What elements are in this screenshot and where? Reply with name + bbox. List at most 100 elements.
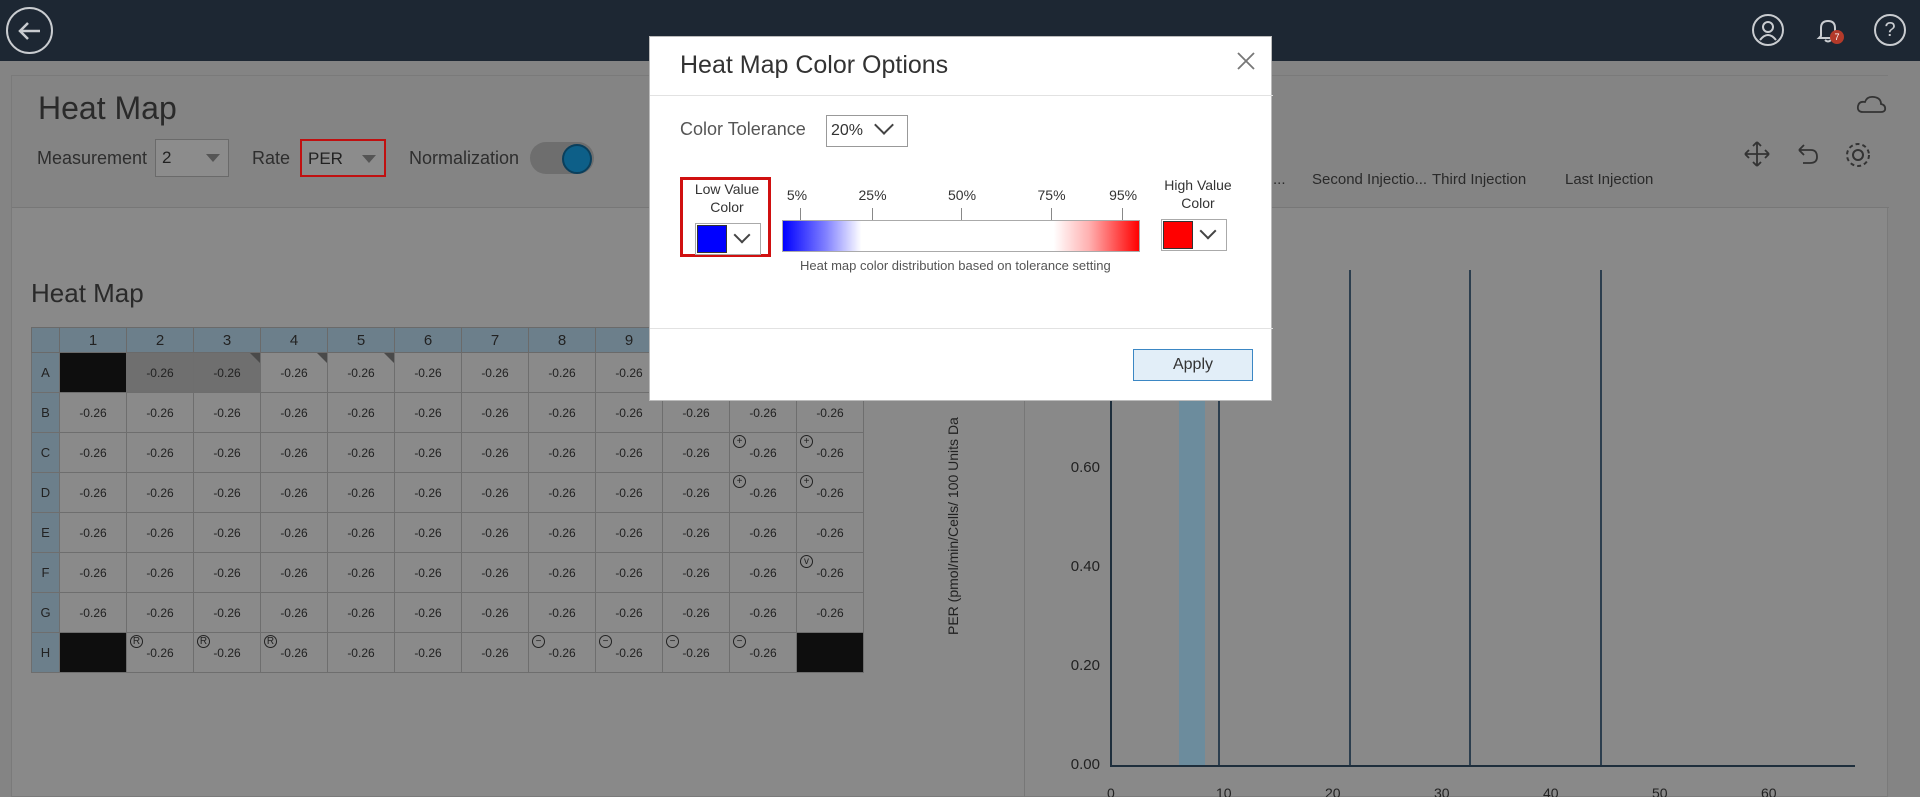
- well-cell[interactable]: -0.26: [796, 512, 864, 553]
- well-cell[interactable]: -0.26: [461, 512, 529, 553]
- help-icon[interactable]: ?: [1874, 14, 1906, 46]
- user-icon[interactable]: [1752, 14, 1784, 46]
- well-cell[interactable]: -0.26: [260, 512, 328, 553]
- well-cell[interactable]: -0.26: [662, 472, 730, 513]
- well-cell[interactable]: -0.26: [796, 592, 864, 633]
- color-tolerance-select[interactable]: 20%: [826, 115, 908, 147]
- well-cell[interactable]: -0.26: [394, 632, 462, 673]
- well-cell[interactable]: [59, 352, 127, 393]
- well-cell[interactable]: -0.26−: [662, 632, 730, 673]
- well-cell[interactable]: -0.26 R: [260, 632, 328, 673]
- well-cell[interactable]: -0.26: [461, 392, 529, 433]
- well-cell[interactable]: -0.26: [59, 552, 127, 593]
- well-cell[interactable]: -0.26: [461, 352, 529, 393]
- well-cell[interactable]: -0.26: [394, 432, 462, 473]
- well-cell[interactable]: -0.26: [59, 592, 127, 633]
- well-cell[interactable]: -0.26: [662, 552, 730, 593]
- well-cell[interactable]: -0.26: [59, 392, 127, 433]
- well-cell[interactable]: -0.26: [327, 472, 395, 513]
- well-cell[interactable]: -0.26: [193, 352, 261, 393]
- apply-button[interactable]: Apply: [1133, 349, 1253, 381]
- well-cell[interactable]: -0.26: [126, 432, 194, 473]
- well-cell[interactable]: -0.26 R: [126, 632, 194, 673]
- well-cell[interactable]: -0.26: [461, 472, 529, 513]
- notifications-button[interactable]: 7: [1812, 14, 1844, 46]
- well-cell[interactable]: -0.26: [193, 552, 261, 593]
- well-cell[interactable]: -0.26: [595, 552, 663, 593]
- well-cell[interactable]: [796, 632, 864, 673]
- well-cell[interactable]: -0.26: [193, 472, 261, 513]
- well-cell[interactable]: -0.26: [394, 352, 462, 393]
- well-cell[interactable]: -0.26: [394, 592, 462, 633]
- well-cell[interactable]: -0.26: [126, 392, 194, 433]
- well-cell[interactable]: -0.26 R: [193, 632, 261, 673]
- well-cell[interactable]: -0.26: [193, 512, 261, 553]
- well-cell[interactable]: -0.26−: [528, 632, 596, 673]
- well-cell[interactable]: [59, 632, 127, 673]
- well-cell[interactable]: -0.26−: [595, 632, 663, 673]
- cloud-upload-icon[interactable]: [1855, 94, 1887, 122]
- well-cell[interactable]: -0.26 +: [729, 432, 797, 473]
- high-color-picker[interactable]: [1161, 219, 1227, 251]
- well-cell[interactable]: -0.26: [528, 592, 596, 633]
- gear-icon[interactable]: [1843, 140, 1873, 177]
- well-cell[interactable]: -0.26: [595, 472, 663, 513]
- well-cell[interactable]: -0.26: [394, 552, 462, 593]
- well-cell[interactable]: -0.26: [595, 512, 663, 553]
- well-cell[interactable]: -0.26: [595, 432, 663, 473]
- well-cell[interactable]: -0.26: [662, 432, 730, 473]
- well-cell[interactable]: -0.26: [528, 432, 596, 473]
- well-cell[interactable]: -0.26: [260, 472, 328, 513]
- well-cell[interactable]: -0.26: [260, 352, 328, 393]
- well-cell[interactable]: -0.26: [461, 552, 529, 593]
- well-cell[interactable]: -0.26: [461, 432, 529, 473]
- well-cell[interactable]: -0.26: [394, 512, 462, 553]
- well-cell[interactable]: -0.26 +: [796, 432, 864, 473]
- well-cell[interactable]: -0.26: [59, 512, 127, 553]
- well-cell[interactable]: -0.26: [528, 512, 596, 553]
- back-button[interactable]: [6, 7, 53, 54]
- well-cell[interactable]: -0.26 +: [729, 472, 797, 513]
- well-cell[interactable]: -0.26: [595, 592, 663, 633]
- well-cell[interactable]: -0.26 +: [796, 472, 864, 513]
- well-cell[interactable]: -0.26: [461, 632, 529, 673]
- well-cell[interactable]: -0.26: [193, 432, 261, 473]
- well-cell[interactable]: -0.26: [59, 472, 127, 513]
- well-cell[interactable]: -0.26: [662, 592, 730, 633]
- well-cell[interactable]: -0.26: [327, 352, 395, 393]
- well-cell[interactable]: -0.26: [327, 552, 395, 593]
- well-cell[interactable]: -0.26: [729, 592, 797, 633]
- well-cell[interactable]: -0.26: [327, 392, 395, 433]
- well-cell[interactable]: -0.26: [327, 592, 395, 633]
- well-cell[interactable]: -0.26: [260, 592, 328, 633]
- well-cell[interactable]: -0.26: [59, 432, 127, 473]
- low-color-picker[interactable]: [695, 223, 761, 255]
- well-cell[interactable]: -0.26: [260, 392, 328, 433]
- well-cell[interactable]: -0.26: [193, 592, 261, 633]
- well-cell[interactable]: -0.26: [126, 592, 194, 633]
- well-cell[interactable]: -0.26: [528, 552, 596, 593]
- well-cell[interactable]: -0.26: [394, 472, 462, 513]
- well-cell[interactable]: -0.26: [327, 632, 395, 673]
- well-cell[interactable]: -0.26: [461, 592, 529, 633]
- well-cell[interactable]: -0.26: [260, 552, 328, 593]
- well-cell[interactable]: -0.26: [126, 472, 194, 513]
- rate-select[interactable]: PER: [300, 139, 386, 177]
- well-cell[interactable]: -0.26: [126, 352, 194, 393]
- well-cell[interactable]: -0.26: [729, 552, 797, 593]
- well-cell[interactable]: -0.26: [528, 352, 596, 393]
- well-cell[interactable]: -0.26: [126, 512, 194, 553]
- well-cell[interactable]: -0.26−: [729, 632, 797, 673]
- move-icon[interactable]: [1743, 140, 1771, 175]
- well-cell[interactable]: -0.26: [126, 552, 194, 593]
- well-cell[interactable]: -0.26: [327, 432, 395, 473]
- well-cell[interactable]: -0.26: [662, 512, 730, 553]
- well-cell[interactable]: -0.26: [528, 392, 596, 433]
- undo-icon[interactable]: [1793, 140, 1821, 175]
- normalization-toggle[interactable]: [530, 142, 594, 174]
- measurement-select[interactable]: 2: [155, 139, 229, 177]
- close-button[interactable]: [1234, 49, 1258, 73]
- well-cell[interactable]: -0.26: [327, 512, 395, 553]
- well-cell[interactable]: -0.26: [394, 392, 462, 433]
- well-cell[interactable]: -0.26 v: [796, 552, 864, 593]
